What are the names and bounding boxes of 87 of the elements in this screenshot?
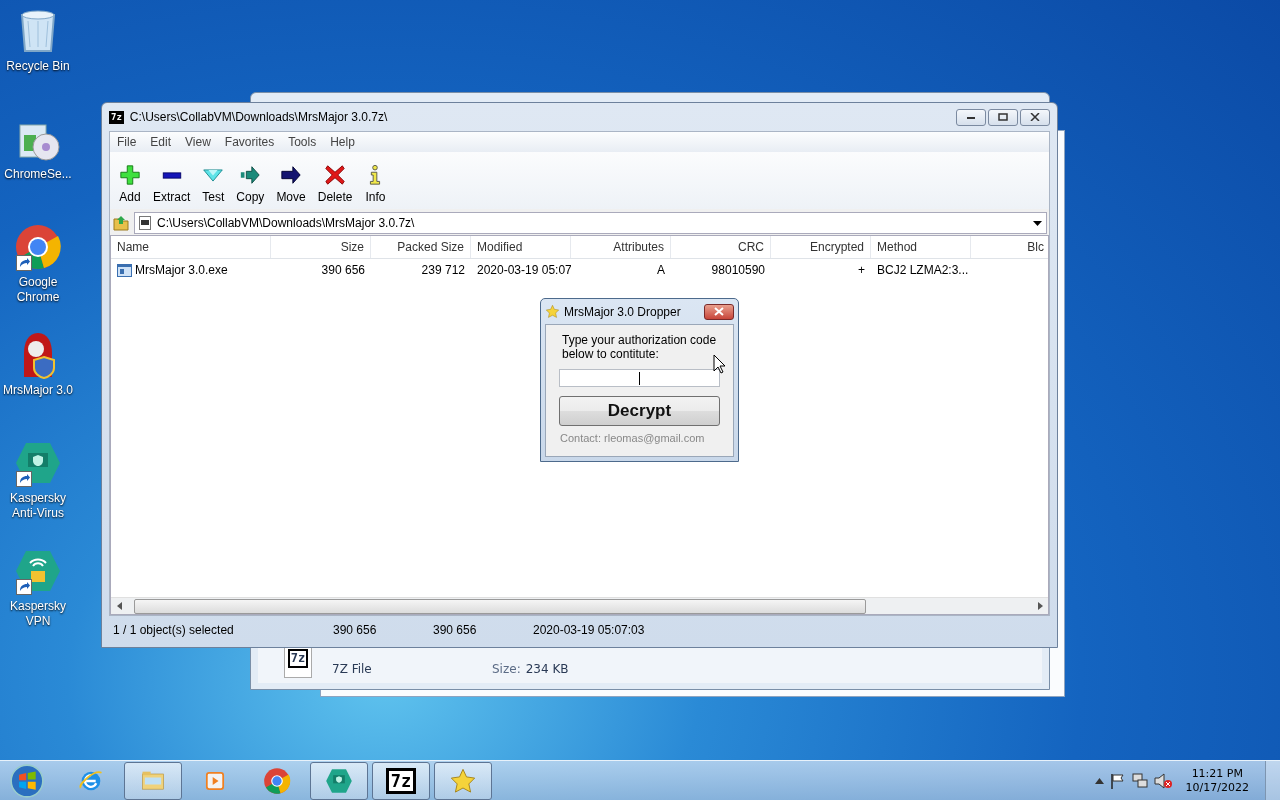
show-desktop-button[interactable] bbox=[1265, 760, 1280, 800]
column-header[interactable]: Packed Size bbox=[371, 236, 471, 258]
taskbar-button[interactable] bbox=[124, 761, 182, 800]
toolbar-button[interactable]: Test bbox=[197, 164, 230, 204]
column-header[interactable]: Encrypted bbox=[771, 236, 871, 258]
scroll-left-icon[interactable] bbox=[116, 602, 122, 610]
shield-monitor-icon bbox=[324, 766, 354, 795]
table-cell-text: 2020-03-19 05:07 bbox=[476, 262, 571, 279]
scroll-right-icon[interactable] bbox=[1037, 602, 1043, 610]
desktop-icon-label[interactable]: MrsMajor 3.0 bbox=[0, 383, 76, 398]
menu-item[interactable]: Favorites bbox=[217, 135, 282, 149]
status-text: 390 656 bbox=[332, 623, 378, 637]
desktop-icon-label[interactable]: Google Chrome bbox=[0, 275, 76, 305]
chrome-icon bbox=[263, 766, 291, 795]
authorization-code-field[interactable] bbox=[559, 369, 720, 387]
flag-icon[interactable] bbox=[1109, 772, 1126, 789]
app-icon: 7z bbox=[109, 110, 124, 124]
minimize-icon bbox=[966, 114, 976, 120]
column-header[interactable]: Attributes bbox=[571, 236, 671, 258]
windows-logo-icon bbox=[8, 761, 46, 800]
star-icon bbox=[449, 766, 477, 795]
size-label: Size: bbox=[492, 662, 521, 676]
close-button[interactable] bbox=[1020, 108, 1050, 126]
table-cell-text: + bbox=[857, 262, 866, 279]
menu-item[interactable]: View bbox=[178, 135, 218, 149]
maximize-button[interactable] bbox=[988, 108, 1018, 126]
contact-text: Contact: rleomas@gmail.com bbox=[560, 432, 706, 444]
dialog-title: MrsMajor 3.0 Dropper bbox=[564, 304, 682, 319]
close-icon bbox=[714, 307, 724, 316]
clock[interactable]: 11:21 PM 10/17/2022 bbox=[1185, 766, 1249, 795]
desktop-icon-label[interactable]: ChromeSe... bbox=[0, 167, 76, 182]
status-text: 390 656 bbox=[432, 623, 478, 637]
toolbar-button[interactable]: Delete bbox=[312, 164, 358, 204]
table-cell-text: BCJ2 LZMA2:3... bbox=[876, 262, 970, 279]
column-header[interactable]: Method bbox=[871, 236, 971, 258]
table-cell-text: 390 656 bbox=[320, 262, 366, 279]
menu-item[interactable]: Edit bbox=[143, 135, 179, 149]
executable-file-icon bbox=[117, 263, 132, 277]
x-mark-icon bbox=[324, 164, 347, 186]
caret-up-icon[interactable] bbox=[1094, 777, 1104, 784]
desktop-icon-label[interactable]: Kaspersky VPN bbox=[0, 599, 76, 629]
star-icon bbox=[545, 304, 560, 319]
status-text: 2020-03-19 05:07:03 bbox=[532, 623, 646, 637]
taskbar-button[interactable] bbox=[310, 761, 368, 800]
network-icon[interactable] bbox=[1131, 772, 1148, 789]
toolbar-button[interactable]: Copy bbox=[231, 164, 270, 204]
speaker-muted-icon[interactable] bbox=[1153, 772, 1172, 789]
close-button[interactable] bbox=[704, 303, 734, 320]
horizontal-scrollbar[interactable] bbox=[111, 597, 1048, 614]
close-icon bbox=[1030, 113, 1040, 121]
toolbar-button[interactable]: Move bbox=[271, 164, 311, 204]
desktop-icon-label[interactable]: Recycle Bin bbox=[0, 59, 76, 74]
taskbar-button[interactable] bbox=[434, 761, 492, 800]
size-value: 234 KB bbox=[525, 662, 569, 676]
arrow-right-icon bbox=[239, 164, 262, 186]
column-header[interactable]: Modified bbox=[471, 236, 571, 258]
column-header[interactable]: Name bbox=[111, 236, 271, 258]
decrypt-button[interactable]: Decrypt bbox=[559, 396, 720, 426]
toolbar-button[interactable]: Info bbox=[359, 164, 392, 204]
mouse-pointer-icon bbox=[713, 354, 726, 374]
dropdown-arrow-icon[interactable] bbox=[1033, 220, 1042, 226]
taskbar-button[interactable]: 7z bbox=[372, 761, 430, 800]
table-cell-text: 239 712 bbox=[420, 262, 466, 279]
menu-item[interactable]: Tools bbox=[281, 135, 324, 149]
toolbar-button[interactable]: Add bbox=[114, 164, 146, 204]
window-title: C:\Users\CollabVM\Downloads\MrsMajor 3.0.7z\ bbox=[129, 110, 389, 124]
minus-icon bbox=[160, 171, 183, 179]
desktop-icon-label[interactable]: Kaspersky Anti-Virus bbox=[0, 491, 76, 521]
archive-file-icon bbox=[139, 216, 151, 230]
file-name[interactable]: MrsMajor 3.0.exe bbox=[135, 259, 228, 281]
file-type: 7Z File bbox=[332, 662, 373, 676]
minimize-button[interactable] bbox=[956, 108, 986, 126]
table-cell-text: A bbox=[656, 262, 666, 279]
address-field[interactable]: C:\Users\CollabVM\Downloads\MrsMajor 3.0.7z\ bbox=[134, 212, 1047, 234]
arrow-right-icon bbox=[280, 164, 303, 186]
toolbar-button[interactable]: Extract bbox=[148, 164, 196, 204]
menu-item[interactable]: Help bbox=[323, 135, 362, 149]
column-header[interactable]: CRC bbox=[671, 236, 771, 258]
plus-icon bbox=[119, 164, 141, 186]
maximize-icon bbox=[998, 113, 1008, 121]
column-header[interactable]: Size bbox=[271, 236, 371, 258]
menu-item[interactable]: File bbox=[110, 135, 144, 149]
chevron-down-icon bbox=[202, 168, 225, 182]
status-text: 1 / 1 object(s) selected bbox=[112, 623, 235, 637]
dialog-message: Type your authorization code below to contitute: bbox=[562, 333, 718, 361]
table-cell-text: 98010590 bbox=[710, 262, 766, 279]
column-header[interactable]: Blc bbox=[971, 236, 1048, 258]
